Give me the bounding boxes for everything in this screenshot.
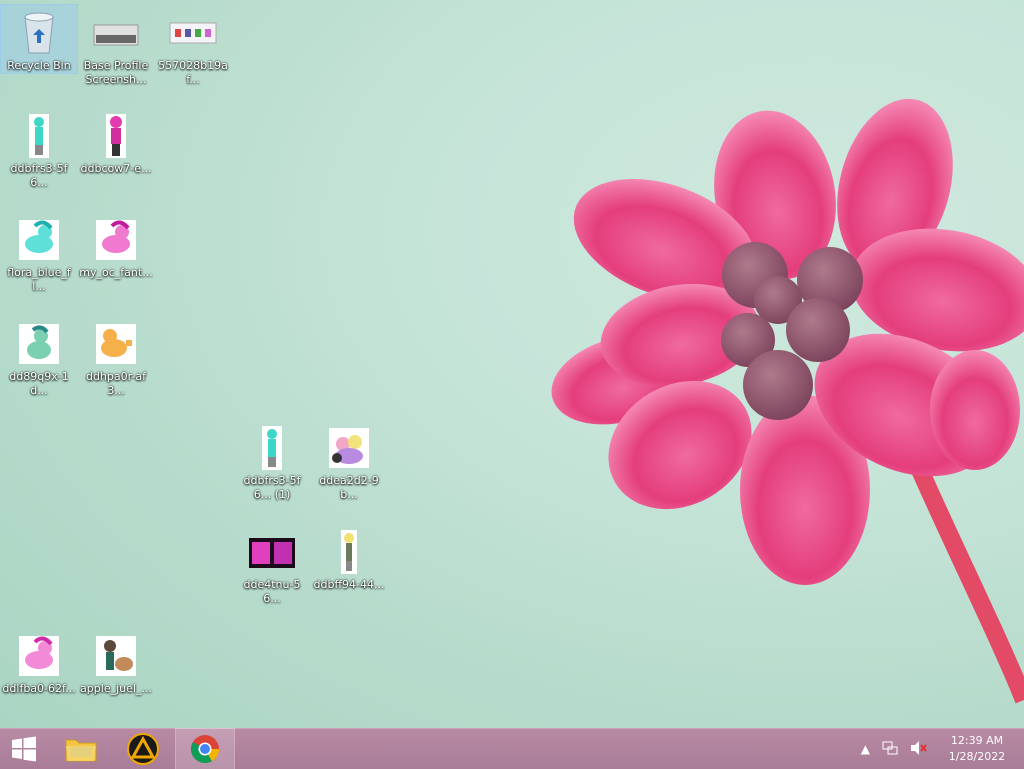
character-image-icon bbox=[92, 112, 140, 160]
image-file-icon bbox=[169, 9, 217, 57]
pony-image-icon bbox=[92, 320, 140, 368]
my-oc-fant-item[interactable]: my_oc_fant... bbox=[78, 212, 154, 280]
clock-time: 12:39 AM bbox=[950, 734, 1004, 747]
chrome-icon bbox=[191, 735, 219, 763]
recycle-bin-icon-item[interactable]: Recycle Bin bbox=[0, 4, 78, 74]
dde4tnu-56-item[interactable]: dde4tnu-56... bbox=[234, 524, 310, 606]
taskbar: ▲ 12:39 AM 1/28/2022 bbox=[0, 728, 1024, 769]
windows-logo-icon bbox=[12, 736, 36, 762]
apple-juel-item[interactable]: apple_juel_... bbox=[78, 628, 154, 696]
network-icon[interactable] bbox=[882, 740, 898, 759]
character-image-icon bbox=[248, 424, 296, 472]
character-image-icon bbox=[325, 528, 373, 576]
screenshot-image-icon bbox=[248, 528, 296, 576]
ddbfrs3-5f6-copy-item[interactable]: ddbfrs3-5f6... (1) bbox=[234, 420, 310, 502]
taskbar-chrome[interactable] bbox=[175, 728, 235, 769]
pony-image-icon bbox=[15, 632, 63, 680]
ddea2d2-9b-item[interactable]: ddea2d2-9b... bbox=[311, 420, 387, 502]
pony-image-icon bbox=[15, 320, 63, 368]
recycle-bin-icon bbox=[15, 9, 63, 57]
volume-muted-icon[interactable] bbox=[910, 740, 928, 759]
pony-image-icon bbox=[92, 632, 140, 680]
character-image-icon bbox=[15, 112, 63, 160]
system-tray: ▲ 12:39 AM 1/28/2022 bbox=[855, 729, 1024, 769]
base-profile-screenshot-item[interactable]: Base Profile Screensh... bbox=[78, 5, 154, 87]
image-file-557028b19af-item[interactable]: 557028b19af... bbox=[155, 5, 231, 87]
dd89q9x-1d-item[interactable]: dd89q9x-1d... bbox=[1, 316, 77, 398]
ddbcow7-e-item[interactable]: ddbcow7-e... bbox=[78, 108, 154, 176]
flora-blue-fl-item[interactable]: flora_blue_fl... bbox=[1, 212, 77, 294]
triangle-app-icon bbox=[127, 733, 159, 765]
clock[interactable]: 12:39 AM 1/28/2022 bbox=[942, 733, 1012, 765]
pony-image-icon bbox=[92, 216, 140, 264]
taskbar-file-explorer[interactable] bbox=[52, 729, 110, 769]
pony-group-image-icon bbox=[325, 424, 373, 472]
taskbar-triangle-app[interactable] bbox=[114, 729, 172, 769]
show-hidden-icons-icon[interactable]: ▲ bbox=[861, 742, 870, 756]
clock-date: 1/28/2022 bbox=[948, 750, 1006, 763]
ddhpa0r-af3-item[interactable]: ddhpa0r-af3... bbox=[78, 316, 154, 398]
ddbff94-44-item[interactable]: ddbff94-44... bbox=[311, 524, 387, 592]
desktop[interactable]: Recycle Bin Base Profile Screensh... 557… bbox=[0, 0, 1024, 728]
pony-image-icon bbox=[15, 216, 63, 264]
folder-icon bbox=[65, 739, 97, 762]
ddbfrs3-5f6-item[interactable]: ddbfrs3-5f6... bbox=[1, 108, 77, 190]
start-button[interactable] bbox=[0, 729, 48, 769]
screenshot-image-icon bbox=[92, 9, 140, 57]
ddlfba0-62f-item[interactable]: ddlfba0-62f... bbox=[1, 628, 77, 696]
